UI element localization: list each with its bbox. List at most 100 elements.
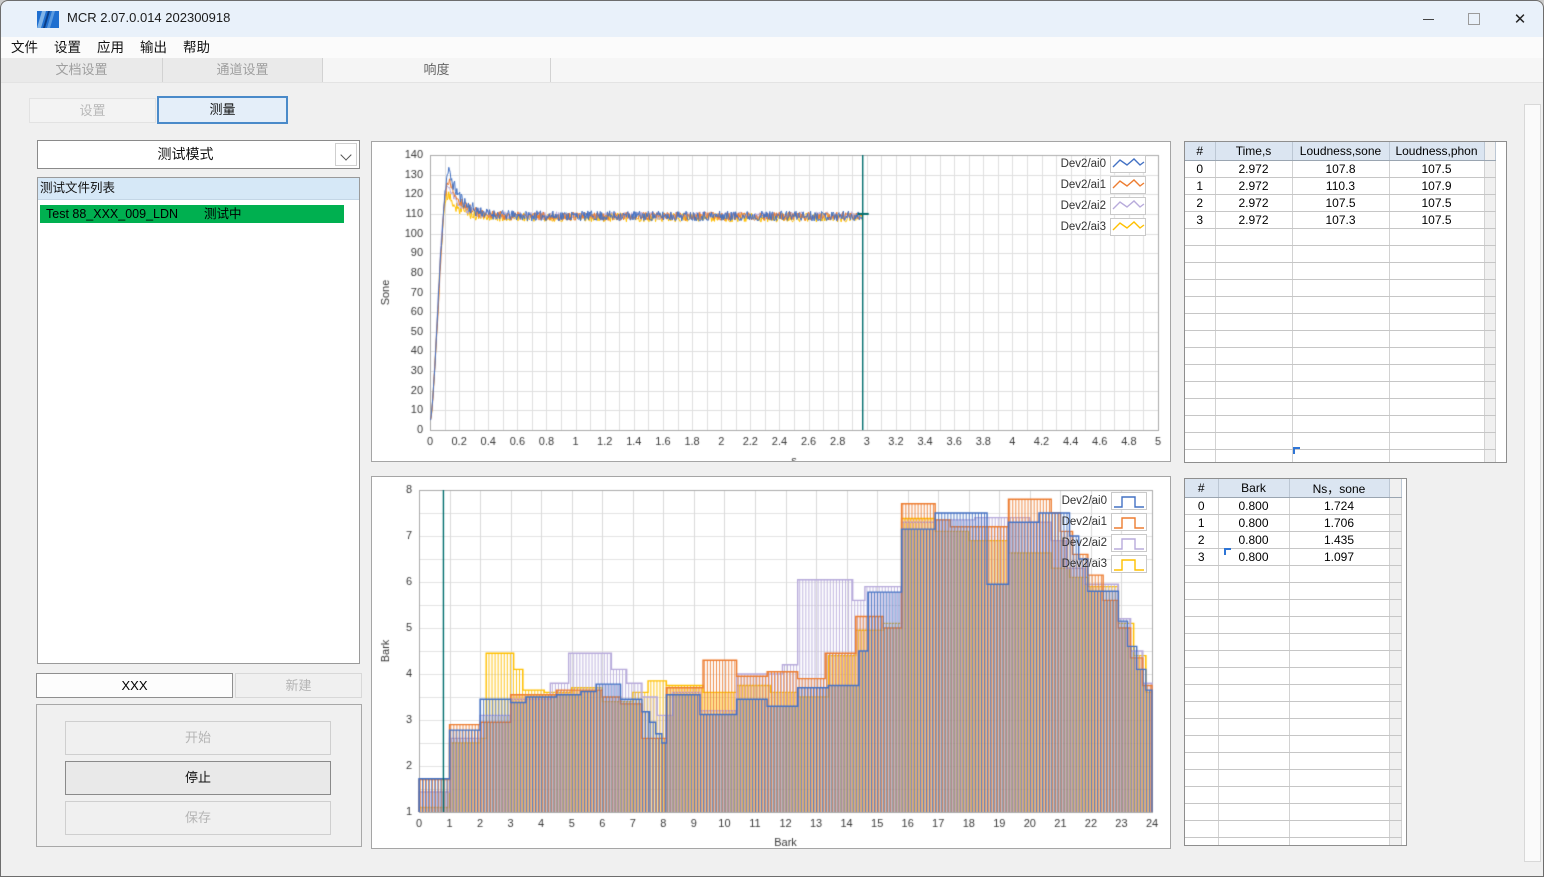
table-cell[interactable]: 3 [1185, 211, 1216, 229]
table-cell[interactable] [1292, 432, 1390, 450]
table-cell[interactable] [1218, 769, 1290, 787]
table-cell[interactable] [1389, 228, 1485, 246]
table-cell[interactable] [1218, 565, 1290, 583]
table-cell[interactable] [1185, 381, 1216, 399]
table-cell[interactable] [1289, 582, 1390, 600]
subtab-settings-button[interactable]: 设置 [29, 98, 156, 123]
table-cell[interactable] [1185, 752, 1219, 770]
table-cell[interactable] [1389, 330, 1485, 348]
table-cell[interactable] [1185, 803, 1219, 821]
table-cell[interactable] [1292, 313, 1390, 331]
loudness-time-chart[interactable] [372, 142, 1170, 461]
table-cell[interactable]: 107.5 [1389, 194, 1485, 212]
table-cell[interactable] [1215, 398, 1293, 416]
table-cell[interactable] [1218, 837, 1290, 845]
menu-item-2[interactable]: 应用 [89, 37, 132, 58]
table-cell[interactable] [1185, 701, 1219, 719]
table-cell[interactable] [1289, 769, 1390, 787]
table-cell[interactable] [1185, 415, 1216, 433]
table-cell[interactable] [1218, 718, 1290, 736]
test-file-list-area[interactable]: Test 88_XXX_009_LDN 测试中 [39, 200, 345, 662]
stop-button[interactable]: 停止 [65, 761, 331, 795]
table-cell[interactable] [1215, 279, 1293, 297]
table-cell[interactable] [1289, 616, 1390, 634]
table-cell[interactable] [1389, 398, 1485, 416]
table-cell[interactable] [1292, 279, 1390, 297]
table-cell[interactable] [1218, 820, 1290, 838]
table-cell[interactable] [1185, 228, 1216, 246]
test-mode-select[interactable]: 测试模式 [37, 140, 360, 169]
bark-spectrum-chart[interactable] [372, 477, 1170, 848]
table-cell[interactable] [1215, 347, 1293, 365]
table-cell[interactable] [1389, 432, 1485, 450]
table-cell[interactable] [1218, 616, 1290, 634]
table-cell[interactable] [1218, 599, 1290, 617]
table-cell[interactable] [1215, 296, 1293, 314]
close-button[interactable]: ✕ [1497, 1, 1543, 37]
titlebar[interactable]: MCR 2.07.0.014 202300918 ✕ [1, 1, 1543, 37]
table-cell[interactable] [1185, 837, 1219, 845]
table-cell[interactable] [1289, 599, 1390, 617]
table-cell[interactable] [1185, 599, 1219, 617]
table-cell[interactable] [1389, 415, 1485, 433]
table-cell[interactable] [1389, 313, 1485, 331]
table-cell[interactable] [1289, 735, 1390, 753]
table-cell[interactable] [1289, 718, 1390, 736]
table-cell[interactable]: 107.5 [1389, 211, 1485, 229]
data-grid[interactable]: # Bark Ns，sone 0 0.800 1.724 1 0.800 1.706 2 0.800… [1185, 479, 1402, 845]
table-cell[interactable] [1185, 582, 1219, 600]
table-cell[interactable]: 3 [1185, 548, 1219, 566]
table-cell[interactable]: 107.9 [1389, 177, 1485, 195]
table-cell[interactable]: 2.972 [1215, 194, 1293, 212]
table-cell[interactable]: 1.706 [1289, 514, 1390, 532]
table-cell[interactable] [1389, 381, 1485, 399]
xxx-button[interactable]: XXX [36, 673, 233, 698]
table-cell[interactable]: 1.097 [1289, 548, 1390, 566]
table-cell[interactable] [1292, 262, 1390, 280]
table-cell[interactable] [1292, 330, 1390, 348]
table-cell[interactable] [1185, 313, 1216, 331]
table-cell[interactable]: 107.3 [1292, 211, 1390, 229]
table-cell[interactable] [1185, 718, 1219, 736]
tab-2[interactable]: 响度 [323, 58, 551, 82]
subtab-measure-button[interactable]: 测量 [157, 96, 288, 124]
table-cell[interactable] [1185, 262, 1216, 280]
save-button[interactable]: 保存 [65, 801, 331, 835]
table-cell[interactable] [1218, 701, 1290, 719]
table-cell[interactable] [1215, 245, 1293, 263]
table-cell[interactable] [1185, 398, 1216, 416]
table-cell[interactable]: 110.3 [1292, 177, 1390, 195]
table-cell[interactable] [1215, 432, 1293, 450]
table-cell[interactable] [1218, 752, 1290, 770]
table-cell[interactable] [1389, 279, 1485, 297]
table-cell[interactable] [1218, 582, 1290, 600]
table-cell[interactable] [1218, 803, 1290, 821]
maximize-button[interactable] [1451, 1, 1497, 37]
table-cell[interactable]: 2 [1185, 194, 1216, 212]
table-cell[interactable] [1218, 650, 1290, 668]
table-cell[interactable] [1389, 449, 1485, 462]
table-cell[interactable] [1389, 245, 1485, 263]
table-cell[interactable] [1289, 650, 1390, 668]
table-cell[interactable]: 1.435 [1289, 531, 1390, 549]
table-cell[interactable] [1218, 735, 1290, 753]
table-cell[interactable] [1185, 296, 1216, 314]
menu-item-1[interactable]: 设置 [46, 37, 89, 58]
table-cell[interactable] [1289, 786, 1390, 804]
menu-item-4[interactable]: 帮助 [175, 37, 218, 58]
tab-1[interactable]: 通道设置 [163, 58, 323, 82]
table-cell[interactable] [1185, 245, 1216, 263]
table-cell[interactable] [1292, 347, 1390, 365]
table-cell[interactable] [1185, 769, 1219, 787]
table-cell[interactable] [1185, 616, 1219, 634]
table-cell[interactable] [1292, 381, 1390, 399]
table-cell[interactable] [1389, 296, 1485, 314]
loudness-table[interactable]: # Time,s Loudness,sone Loudness,phon 0 2.972 1… [1184, 141, 1507, 463]
tab-0[interactable]: 文档设置 [1, 58, 163, 82]
table-cell[interactable]: 107.5 [1292, 194, 1390, 212]
table-cell[interactable]: 1.724 [1289, 497, 1390, 515]
table-cell[interactable]: 1 [1185, 177, 1216, 195]
menu-item-0[interactable]: 文件 [3, 37, 46, 58]
table-cell[interactable] [1215, 415, 1293, 433]
table-cell[interactable] [1289, 684, 1390, 702]
